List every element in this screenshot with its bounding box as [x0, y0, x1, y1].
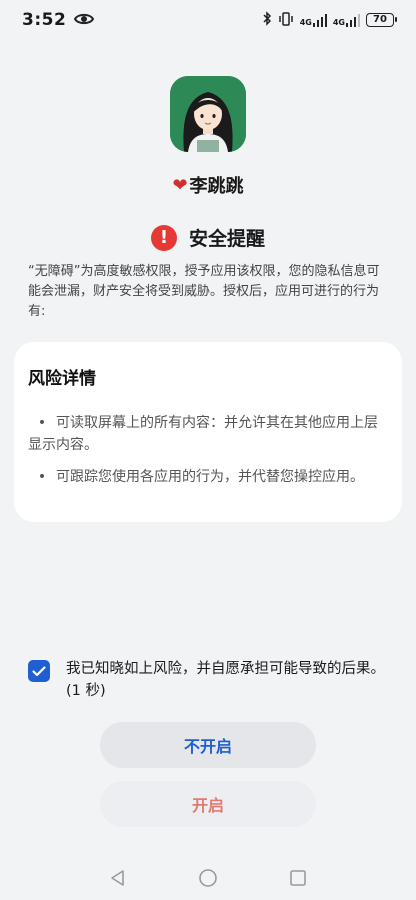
- check-icon: [32, 665, 46, 676]
- signal-icon-2: 4G: [332, 13, 360, 27]
- bullet: •: [37, 415, 47, 431]
- risk-item: • 可跟踪您使用各应用的行为，并代替您操控应用。: [28, 466, 388, 488]
- status-time: 3:52: [22, 10, 67, 30]
- risk-title: 风险详情: [28, 369, 96, 389]
- alert-description: “无障碍”为高度敏感权限，授予应用该权限，您的隐私信息可能会泄漏，财产安全将受到…: [28, 264, 380, 319]
- network-label-2: 4G: [332, 17, 345, 27]
- back-icon[interactable]: [107, 867, 129, 889]
- risk-item: • 可读取屏幕上的所有内容：并允许其在其他应用上层显示内容。: [28, 412, 388, 456]
- security-alert-screen: 3:52 4G 4G 70 ❤ 李跳跳 ! 安全提醒 “无障碍”为高度敏感权限，…: [0, 0, 416, 900]
- vibrate-icon: [278, 11, 294, 30]
- acknowledge-row[interactable]: 我已知晓如上风险，并自愿承担可能导致的后果。(1 秒): [28, 658, 388, 702]
- bullet: •: [37, 469, 47, 485]
- status-bar: 3:52 4G 4G 70: [0, 0, 416, 40]
- warning-icon: !: [150, 224, 177, 251]
- navigation-bar: [0, 858, 416, 898]
- app-icon: [170, 76, 246, 152]
- acknowledge-checkbox[interactable]: [28, 660, 50, 682]
- alert-header: ! 安全提醒: [0, 224, 416, 251]
- recents-icon[interactable]: [287, 867, 309, 889]
- do-not-enable-button[interactable]: 不开启: [100, 722, 316, 768]
- heart-icon: ❤: [172, 174, 188, 196]
- home-icon[interactable]: [197, 867, 219, 889]
- risk-item-text: 可跟踪您使用各应用的行为，并代替您操控应用。: [56, 469, 364, 485]
- app-name-label: 李跳跳: [189, 176, 244, 197]
- battery-icon: 70: [366, 13, 397, 27]
- status-left: 3:52: [22, 10, 95, 30]
- network-label-1: 4G: [299, 17, 312, 27]
- status-right: 4G 4G 70: [262, 10, 397, 30]
- eye-icon: [74, 11, 95, 30]
- signal-icon-1: 4G: [299, 13, 327, 27]
- risk-details-card: 风险详情 • 可读取屏幕上的所有内容：并允许其在其他应用上层显示内容。 • 可跟踪您…: [14, 342, 402, 522]
- risk-item-text: 可读取屏幕上的所有内容：并允许其在其他应用上层显示内容。: [28, 415, 378, 453]
- acknowledge-text: 我已知晓如上风险，并自愿承担可能导致的后果。(1 秒): [66, 661, 385, 699]
- enable-button[interactable]: 开启: [100, 781, 316, 827]
- alert-title: 安全提醒: [188, 228, 265, 250]
- bluetooth-icon: [262, 10, 272, 30]
- app-name: ❤ 李跳跳: [0, 172, 416, 198]
